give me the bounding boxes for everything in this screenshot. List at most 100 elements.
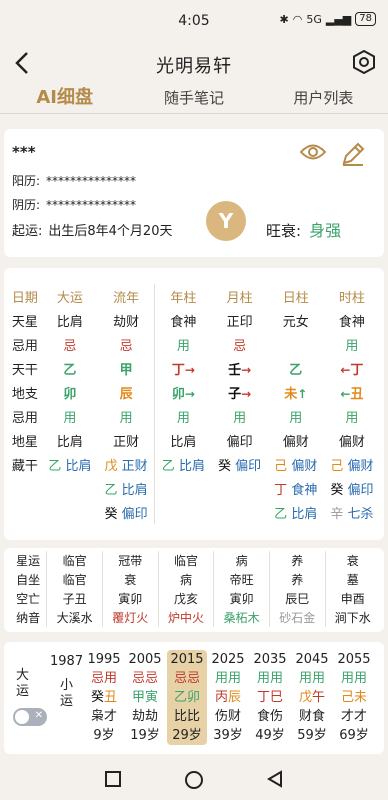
tab-user-list[interactable]: 用户列表	[259, 84, 388, 113]
status-icons: ✱ ◠ 5G ▂▄▆ 78	[280, 12, 376, 26]
cell	[268, 332, 324, 356]
luck-god: 财食	[298, 709, 325, 724]
qiyun-row: 起运: 出生后8年4个月20天	[12, 220, 172, 239]
stem-char: 丁	[171, 362, 185, 378]
canggan-cell: 癸 偏印	[324, 476, 380, 500]
eye-icon[interactable]	[300, 141, 326, 163]
dayun-toggle[interactable]: ✕	[13, 708, 47, 726]
stem-cell: ←丁	[324, 356, 380, 380]
canggan-cell: 乙 比肩	[42, 452, 98, 476]
luck-column[interactable]: 2045 用用 戊午 财食 59岁	[292, 650, 332, 745]
cell: 偏印	[226, 434, 253, 450]
luck-column[interactable]: 2035 用用 丁巳 食伤 49岁	[250, 650, 290, 745]
empty-cell	[42, 500, 98, 524]
col-head: 年柱	[154, 284, 212, 308]
cell: 忌	[63, 338, 77, 354]
qiyun-value: 出生后8年4个月20天	[48, 224, 173, 239]
canggan-stem: 己	[274, 458, 288, 474]
luck-age: 39岁	[213, 728, 243, 743]
canggan-stem: 癸	[104, 506, 118, 522]
row-label: 天干	[11, 362, 38, 378]
luck-column[interactable]: 2055 用用 己未 才才 69岁	[334, 650, 374, 745]
luck-column[interactable]: 2005 忌忌 甲寅 劫劫 19岁	[125, 650, 165, 745]
luck-god: 食伤	[256, 709, 283, 724]
cell: 用	[154, 332, 212, 356]
home-icon[interactable]	[184, 770, 204, 790]
cell: 用	[345, 338, 359, 354]
col-head: 日柱	[282, 290, 309, 306]
settings-hex-icon[interactable]	[352, 50, 376, 74]
cell: 桑柘木	[213, 608, 270, 627]
luck-cycle-card: 大运 小运 ✕ 1987 1995 忌用 癸丑 枭才 9岁 2005 忌忌 甲寅…	[4, 642, 384, 754]
luck-age: 29岁	[172, 728, 202, 743]
cell: 养	[268, 570, 326, 589]
cell: 比肩	[154, 428, 212, 452]
arrow-left-icon: ←	[340, 386, 351, 401]
dizhi-row: 地支 卯 辰 卯→ 子→ 未↑ ←丑	[8, 380, 380, 404]
branch-char: 卯	[171, 386, 185, 402]
luck-branch: 未	[354, 690, 368, 705]
canggan-god: 偏印	[121, 506, 148, 522]
luck-stem: 甲	[131, 690, 145, 705]
cell: 覆灯火	[101, 608, 159, 627]
cell: 食神	[154, 308, 212, 332]
cell: 临官	[46, 551, 103, 570]
xiaoyun-label: 小运	[60, 678, 74, 709]
star-info-card: 星运 临官 冠带 临官病养衰 自坐 临官衰病帝旺养墓 空亡 子丑 寅卯 戊亥 寅卯 辰巳 申酉 纳音…	[4, 548, 384, 632]
wangshuai-label: 旺衰:	[266, 222, 302, 240]
luck-column[interactable]: 1995 忌用 癸丑 枭才 9岁	[84, 650, 124, 745]
bluetooth-icon: ✱	[279, 12, 289, 26]
branch-cell: 卯→	[154, 380, 212, 404]
row-label: 地星	[11, 434, 38, 450]
back-triangle-icon[interactable]	[266, 770, 284, 788]
canggan-stem: 乙	[48, 458, 62, 474]
luck-year: 2025	[211, 652, 245, 667]
cell: 寅卯	[213, 589, 270, 608]
profile-card: *** 阳历: *************** 阴历: **************…	[4, 129, 384, 257]
stem-cell: 壬→	[212, 356, 268, 380]
wifi-icon: ◠	[292, 12, 303, 26]
empty-cell	[154, 500, 212, 524]
row-label: 星运	[16, 554, 41, 568]
recent-apps-icon[interactable]	[104, 770, 122, 788]
cell: 衰	[324, 551, 380, 570]
col-head: 流年	[113, 290, 140, 306]
lunar-date-value: ***************	[46, 198, 137, 212]
canggan-god: 比肩	[291, 506, 318, 522]
kongwang-row: 空亡 子丑 寅卯 戊亥 寅卯 辰巳 申酉	[10, 589, 380, 608]
luck-column-selected[interactable]: 2015 忌忌 乙卯 比比 29岁	[167, 650, 207, 745]
solar-date-value: ***************	[46, 174, 137, 188]
canggan-stem: 乙	[161, 458, 175, 474]
branch-char: 丑	[350, 386, 364, 402]
empty-cell	[212, 476, 268, 500]
cell: 偏财	[282, 434, 309, 450]
signal-label: 5G	[306, 12, 322, 26]
tab-ai-xipan[interactable]: AI细盘	[0, 84, 129, 113]
luck-branch: 巳	[270, 690, 284, 705]
cell: 元女	[282, 314, 309, 330]
bazi-table: 日期 大运 流年 年柱 月柱 日柱 时柱 天星 比肩 劫财 食神 正印 元女 食…	[8, 284, 380, 524]
luck-ganzhi: 丙辰	[208, 688, 248, 707]
cell: 帝旺	[213, 570, 270, 589]
row-label: 藏干	[11, 458, 38, 474]
luck-column[interactable]: 2025 用用 丙辰 伤财 39岁	[208, 650, 248, 745]
dixing-row: 地星 比肩 正财 比肩 偏印 偏财 偏财	[8, 428, 380, 452]
row-label: 纳音	[16, 611, 41, 625]
stem-cell: 乙	[63, 362, 77, 378]
qiyun-label: 起运:	[12, 224, 43, 239]
luck-year: 2055	[337, 652, 371, 667]
tianxing-row: 天星 比肩 劫财 食神 正印 元女 食神	[8, 308, 380, 332]
cell: 子丑	[46, 589, 103, 608]
app-header: 光明易轩	[0, 42, 388, 84]
luck-god: 伤财	[214, 709, 241, 724]
canggan-stem: 辛	[330, 506, 344, 522]
cell: 忌	[119, 338, 133, 354]
col-head: 日期	[11, 290, 38, 306]
luck-jiyong: 忌用	[90, 671, 117, 686]
luck-ganzhi: 乙卯	[167, 688, 207, 707]
col-head: 时柱	[338, 290, 365, 306]
arrow-right-icon: →	[241, 362, 252, 377]
cell: 用	[345, 410, 359, 426]
tab-notes[interactable]: 随手笔记	[129, 84, 258, 113]
edit-pencil-icon[interactable]	[340, 141, 366, 167]
